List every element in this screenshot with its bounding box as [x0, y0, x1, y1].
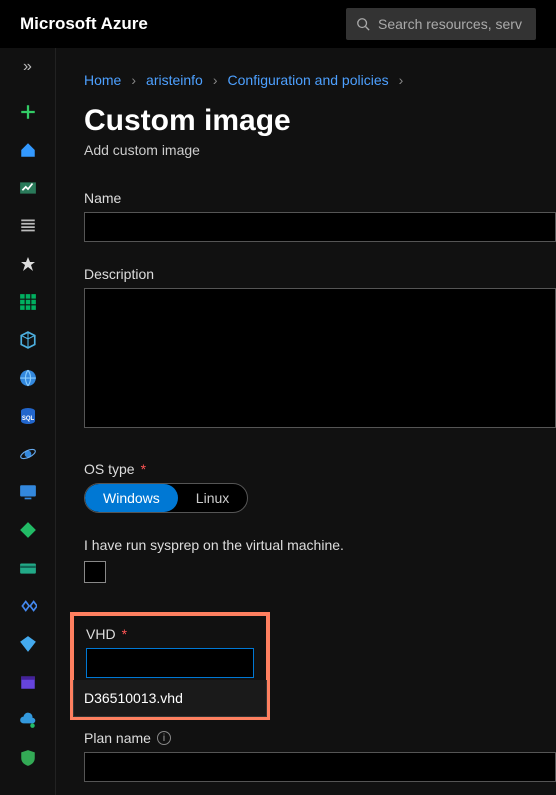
calendar-icon[interactable] [18, 672, 38, 692]
chevron-right-icon: › [131, 72, 136, 88]
topbar: Microsoft Azure Search resources, serv [0, 0, 556, 48]
vhd-dropdown-option[interactable]: D36510013.vhd [73, 680, 267, 717]
sysprep-checkbox[interactable] [84, 561, 106, 583]
sysprep-label: I have run sysprep on the virtual machin… [84, 537, 556, 553]
globe-icon[interactable] [18, 368, 38, 388]
home-icon[interactable] [18, 140, 38, 160]
chevron-right-icon: › [213, 72, 218, 88]
breadcrumb: Home › aristeinfo › Configuration and po… [84, 72, 556, 88]
monitor-icon[interactable] [18, 482, 38, 502]
svg-text:SQL: SQL [21, 416, 34, 422]
vhd-highlight: VHD * D36510013.vhd [70, 612, 270, 720]
vhd-input[interactable] [86, 648, 254, 678]
advisor-icon[interactable] [18, 520, 38, 540]
grid-icon[interactable] [18, 292, 38, 312]
dashboard-icon[interactable] [18, 178, 38, 198]
os-type-toggle: Windows Linux [84, 483, 248, 513]
os-type-label: OS type * [84, 461, 556, 477]
description-input[interactable] [84, 288, 556, 428]
required-asterisk: * [141, 461, 146, 477]
add-icon[interactable] [18, 102, 38, 122]
plan-name-input[interactable] [84, 752, 556, 782]
name-label: Name [84, 190, 556, 206]
expand-sidebar-icon[interactable]: » [23, 58, 32, 76]
name-input[interactable] [84, 212, 556, 242]
cube-icon[interactable] [18, 330, 38, 350]
star-icon[interactable] [18, 254, 38, 274]
breadcrumb-config[interactable]: Configuration and policies [228, 72, 389, 88]
plan-name-label: Plan name i [84, 730, 556, 746]
security-icon[interactable] [18, 748, 38, 768]
sql-icon[interactable]: SQL [18, 406, 38, 426]
list-icon[interactable] [18, 216, 38, 236]
vhd-label: VHD * [86, 626, 254, 642]
logo: Microsoft Azure [20, 14, 148, 34]
sidebar: » SQL [0, 48, 56, 795]
search-placeholder: Search resources, serv [378, 16, 522, 32]
required-asterisk: * [122, 626, 127, 642]
page-subtitle: Add custom image [84, 142, 556, 158]
page-title: Custom image [84, 104, 556, 138]
devops-icon[interactable] [18, 596, 38, 616]
search-icon [356, 17, 370, 31]
cloud-icon[interactable] [18, 710, 38, 730]
main-content: Home › aristeinfo › Configuration and po… [56, 48, 556, 795]
os-linux-button[interactable]: Linux [178, 484, 247, 512]
info-icon[interactable]: i [157, 731, 171, 745]
breadcrumb-home[interactable]: Home [84, 72, 121, 88]
billing-icon[interactable] [18, 558, 38, 578]
description-label: Description [84, 266, 556, 282]
os-windows-button[interactable]: Windows [85, 484, 178, 512]
global-search[interactable]: Search resources, serv [346, 8, 536, 40]
diamond-icon[interactable] [18, 634, 38, 654]
chevron-right-icon: › [399, 72, 404, 88]
cosmos-icon[interactable] [18, 444, 38, 464]
breadcrumb-resource[interactable]: aristeinfo [146, 72, 203, 88]
